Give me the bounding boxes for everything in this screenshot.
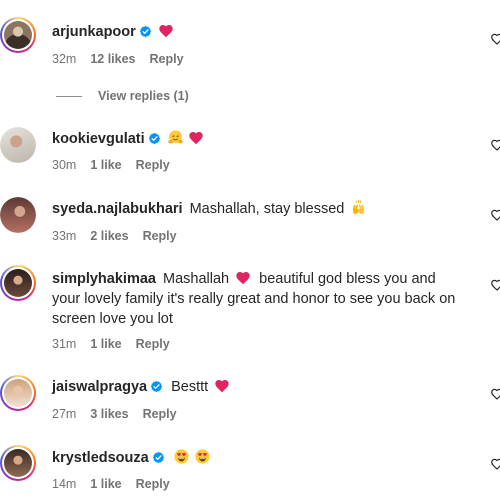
heart-emoji [235,270,251,286]
like-heart-outline-icon[interactable] [490,32,500,46]
comment-likes[interactable]: 1 like [90,477,121,491]
comment-likes[interactable]: 12 likes [90,52,135,66]
avatar[interactable] [0,17,36,53]
comment-time: 33m [52,229,77,243]
like-heart-outline-icon[interactable] [490,387,500,401]
like-heart-outline-icon[interactable] [490,457,500,471]
comment-likes[interactable]: 1 like [90,158,121,172]
comment-likes[interactable]: 2 likes [90,229,128,243]
comment-text: Mashallah [163,271,230,287]
comment-likes[interactable]: 3 likes [90,407,128,421]
like-heart-outline-icon[interactable] [490,138,500,152]
heart-eyes-emoji [194,448,211,465]
verified-badge-icon [139,25,152,38]
comment-username[interactable]: arjunkapoor [52,24,136,40]
comment-username[interactable]: syeda.najlabukhari [52,201,183,217]
comment-text: Mashallah, stay blessed [189,201,345,217]
reply-button[interactable]: Reply [143,229,177,243]
heart-emoji [188,130,204,146]
comment-username[interactable]: kookievgulati [52,131,145,147]
reply-button[interactable]: Reply [143,407,177,421]
avatar[interactable] [0,265,36,301]
comment-text: beautiful god bless you and [259,271,436,287]
comment-time: 32m [52,52,77,66]
verified-badge-icon [150,380,163,393]
comment-text: your lovely family it's really great and… [52,291,456,307]
comment-time: 14m [52,477,77,491]
avatar[interactable] [0,375,36,411]
like-heart-outline-icon[interactable] [490,278,500,292]
comment-text: Besttt [171,379,209,395]
comment-time: 31m [52,337,77,351]
avatar[interactable] [0,127,36,163]
comment-likes[interactable]: 1 like [90,337,121,351]
reply-button[interactable]: Reply [136,158,170,172]
view-replies-button[interactable]: View replies (1) [56,88,189,104]
raised-hands-emoji [350,199,367,216]
divider [56,95,82,97]
view-replies-label: View replies (1) [98,89,189,103]
comment-time: 30m [52,158,77,172]
heart-emoji [214,378,230,394]
comment-text: screen love you lot [52,311,173,327]
verified-badge-icon [148,132,161,145]
comment-time: 27m [52,407,77,421]
reply-button[interactable]: Reply [136,477,170,491]
comment-username[interactable]: krystledsouza [52,450,149,466]
heart-emoji [158,23,174,39]
verified-badge-icon [152,451,165,464]
avatar[interactable] [0,445,36,481]
avatar[interactable] [0,197,36,233]
reply-button[interactable]: Reply [136,337,170,351]
hugging-face-emoji [167,129,184,146]
heart-eyes-emoji [173,448,190,465]
reply-button[interactable]: Reply [150,52,184,66]
comment-username[interactable]: jaiswalpragya [52,379,147,395]
comment-username[interactable]: simplyhakimaa [52,271,156,287]
like-heart-outline-icon[interactable] [490,208,500,222]
